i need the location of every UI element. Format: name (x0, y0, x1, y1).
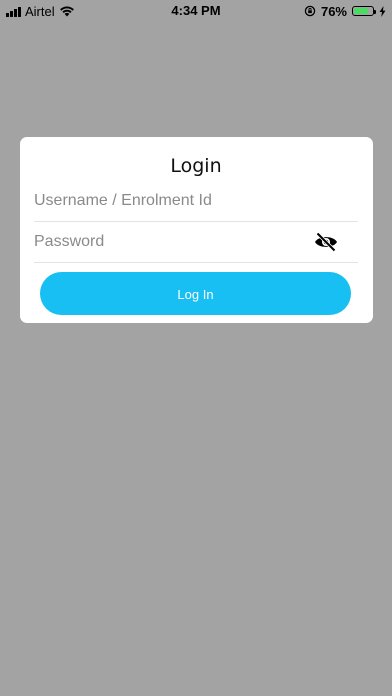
eye-off-icon[interactable] (314, 232, 338, 252)
login-button[interactable]: Log In (40, 272, 351, 315)
battery-percent: 76% (320, 3, 347, 19)
battery-fill (354, 8, 368, 14)
status-bar: Airtel 4:34 PM 76% (0, 0, 392, 22)
login-title: Login (170, 155, 222, 177)
battery-icon (352, 6, 376, 16)
orientation-lock-icon (304, 5, 316, 17)
password-input[interactable] (34, 222, 304, 262)
username-field-row (34, 181, 358, 222)
status-right: 76% (304, 3, 386, 19)
password-field-row (34, 222, 358, 263)
charging-bolt-icon (379, 5, 386, 17)
username-input[interactable] (34, 181, 304, 221)
